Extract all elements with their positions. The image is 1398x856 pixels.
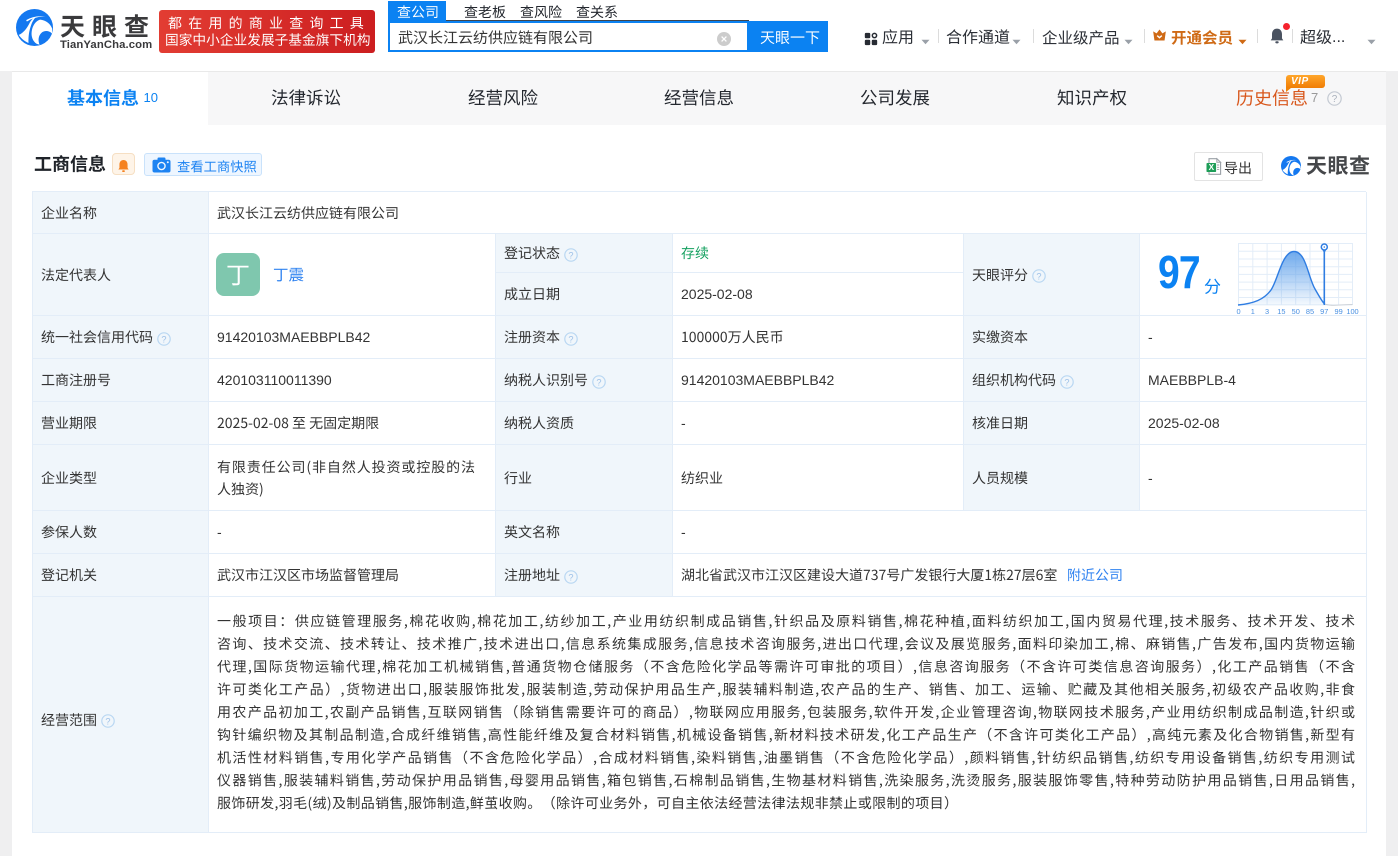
svg-text:?: ?: [1064, 377, 1069, 387]
svg-text:100: 100: [1346, 307, 1358, 316]
svg-text:?: ?: [105, 716, 110, 726]
svg-text:?: ?: [568, 334, 573, 344]
svg-text:?: ?: [161, 334, 166, 344]
svg-text:?: ?: [1036, 271, 1041, 281]
svg-text:?: ?: [1332, 94, 1338, 105]
svg-text:50: 50: [1291, 307, 1299, 316]
svg-text:?: ?: [568, 250, 573, 260]
svg-text:97: 97: [1320, 307, 1328, 316]
svg-text:X: X: [1209, 163, 1215, 172]
svg-text:3: 3: [1265, 307, 1269, 316]
svg-text:85: 85: [1305, 307, 1313, 316]
svg-text:15: 15: [1277, 307, 1285, 316]
svg-text:?: ?: [596, 377, 601, 387]
svg-text:1: 1: [1250, 307, 1254, 316]
svg-text:99: 99: [1334, 307, 1342, 316]
svg-text:?: ?: [568, 572, 573, 582]
svg-text:0: 0: [1236, 307, 1240, 316]
